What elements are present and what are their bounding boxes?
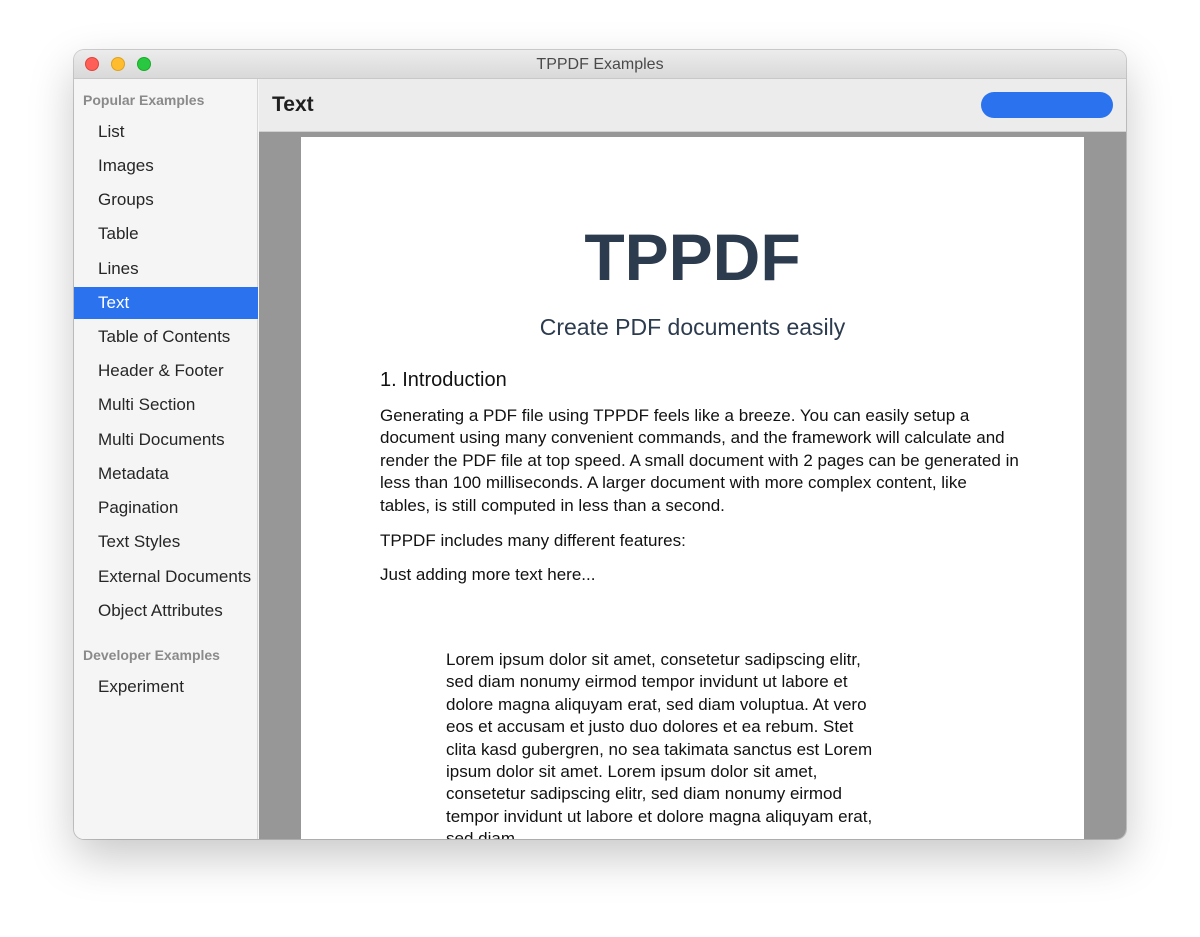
- toolbar: Text: [259, 79, 1126, 132]
- sidebar-item-images[interactable]: Images: [74, 150, 258, 182]
- sidebar: Popular Examples List Images Groups Tabl…: [74, 79, 258, 839]
- sidebar-item-multi-documents[interactable]: Multi Documents: [74, 424, 258, 456]
- sidebar-item-header-footer[interactable]: Header & Footer: [74, 355, 258, 387]
- pdf-page[interactable]: TPPDF Create PDF documents easily 1. Int…: [301, 137, 1084, 839]
- sidebar-item-multi-section[interactable]: Multi Section: [74, 389, 258, 421]
- sidebar-item-object-attributes[interactable]: Object Attributes: [74, 595, 258, 627]
- sidebar-item-external-documents[interactable]: External Documents: [74, 561, 258, 593]
- pdf-paragraph-intro: Generating a PDF file using TPPDF feels …: [380, 406, 1019, 515]
- app-window: TPPDF Examples Popular Examples List Ima…: [74, 50, 1126, 839]
- section-header-developer: Developer Examples: [83, 647, 220, 663]
- sidebar-item-list[interactable]: List: [74, 116, 258, 148]
- window-title: TPPDF Examples: [536, 56, 664, 73]
- sidebar-item-text[interactable]: Text: [74, 287, 258, 319]
- sidebar-item-pagination[interactable]: Pagination: [74, 492, 258, 524]
- sidebar-item-lines[interactable]: Lines: [74, 253, 258, 285]
- pdf-heading: 1. Introduction: [380, 369, 507, 391]
- pdf-paragraph-features: TPPDF includes many different features:: [380, 531, 686, 550]
- section-header-popular: Popular Examples: [83, 92, 205, 108]
- main-content: Text TPPDF Create PDF documents easily 1…: [259, 79, 1126, 839]
- sidebar-item-experiment[interactable]: Experiment: [74, 671, 258, 703]
- pdf-paragraph-more-text: Just adding more text here...: [380, 565, 596, 584]
- toolbar-action-button[interactable]: [981, 92, 1113, 118]
- sidebar-item-metadata[interactable]: Metadata: [74, 458, 258, 490]
- pdf-lorem-block: Lorem ipsum dolor sit amet, consetetur s…: [446, 650, 873, 839]
- sidebar-item-table-of-contents[interactable]: Table of Contents: [74, 321, 258, 353]
- sidebar-item-groups[interactable]: Groups: [74, 184, 258, 216]
- title-bar[interactable]: TPPDF Examples: [74, 50, 1126, 79]
- page-title: Text: [272, 93, 314, 116]
- pdf-subtitle: Create PDF documents easily: [539, 314, 846, 340]
- pdf-title: TPPDF: [584, 220, 801, 294]
- sidebar-item-text-styles[interactable]: Text Styles: [74, 526, 258, 558]
- sidebar-item-table[interactable]: Table: [74, 218, 258, 250]
